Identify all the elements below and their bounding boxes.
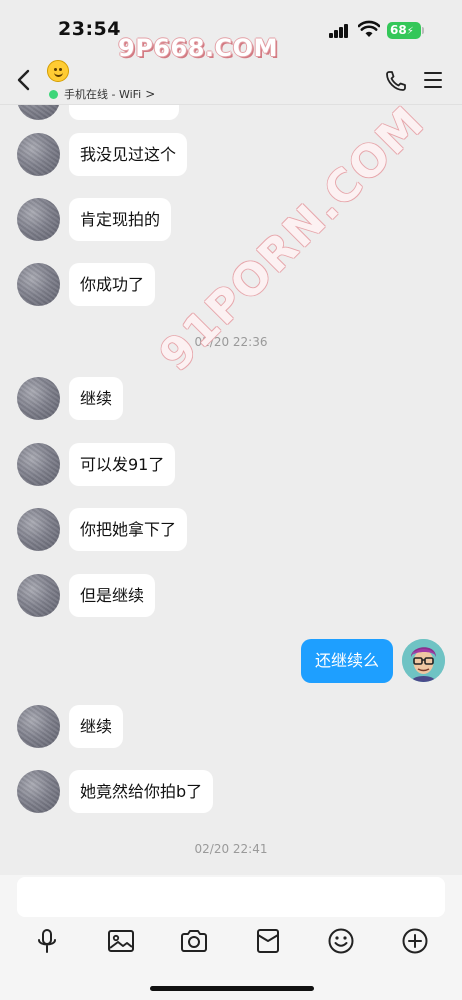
chevron-right-icon: > xyxy=(145,87,156,101)
message-bubble[interactable]: 我没见过这个 xyxy=(69,133,188,176)
charging-icon: ⚡ xyxy=(406,26,414,37)
phone-icon[interactable] xyxy=(384,69,408,93)
contact-avatar[interactable] xyxy=(17,443,60,486)
red-packet-icon[interactable] xyxy=(254,927,282,955)
outgoing-message-bubble[interactable]: 还继续么 xyxy=(301,639,393,683)
message-bubble[interactable]: 你成功了 xyxy=(69,263,156,306)
my-avatar[interactable] xyxy=(402,639,445,682)
online-status[interactable]: 手机在线 - WiFi > xyxy=(49,86,155,102)
message-bubble[interactable]: 她竟然给你拍b了 xyxy=(69,770,214,813)
back-arrow-icon[interactable] xyxy=(14,68,34,92)
contact-avatar[interactable] xyxy=(17,105,60,120)
cartoon-avatar-icon xyxy=(402,639,445,682)
battery-tip xyxy=(422,27,424,34)
contact-avatar[interactable] xyxy=(17,705,60,748)
contact-avatar[interactable] xyxy=(17,198,60,241)
online-dot-icon xyxy=(49,89,58,99)
message-bubble[interactable]: 继续 xyxy=(69,377,124,420)
message-bubble[interactable]: 你把她拿下了 xyxy=(69,508,188,551)
camera-icon[interactable] xyxy=(180,927,208,955)
emoji-icon[interactable] xyxy=(327,927,355,955)
battery-level: 68 xyxy=(390,23,407,37)
plus-icon[interactable] xyxy=(401,927,429,955)
message-input[interactable] xyxy=(17,877,445,917)
upside-down-face-icon xyxy=(47,60,69,82)
message-bubble[interactable]: 继续 xyxy=(69,705,124,748)
contact-avatar[interactable] xyxy=(17,377,60,420)
contact-avatar[interactable] xyxy=(17,508,60,551)
microphone-icon[interactable] xyxy=(33,927,61,955)
message-timestamp: 02/20 22:41 xyxy=(194,842,268,856)
wifi-icon xyxy=(358,20,380,37)
contact-avatar[interactable] xyxy=(17,574,60,617)
chat-header: 手机在线 - WiFi > xyxy=(0,52,462,104)
contact-avatar[interactable] xyxy=(17,770,60,813)
message-bubble[interactable]: 可以发91了 xyxy=(69,443,176,486)
menu-icon[interactable] xyxy=(424,72,442,88)
status-time: 23:54 xyxy=(58,18,121,40)
message-bubble[interactable]: 但是继续 xyxy=(69,574,156,617)
image-icon[interactable] xyxy=(107,927,135,955)
online-status-text: 手机在线 - WiFi xyxy=(64,88,142,101)
message-bubble[interactable]: 肯定现拍的 xyxy=(69,198,172,241)
message-bubble-partial[interactable] xyxy=(69,105,179,120)
contact-avatar[interactable] xyxy=(17,133,60,176)
message-timestamp: 02/20 22:36 xyxy=(194,335,268,349)
battery-indicator: 68⚡ xyxy=(387,22,421,39)
contact-avatar[interactable] xyxy=(17,263,60,306)
cellular-signal-icon xyxy=(329,24,351,38)
message-list[interactable]: 我没见过这个 肯定现拍的 你成功了 02/20 22:36 继续 可以发91了 … xyxy=(0,105,462,875)
home-indicator[interactable] xyxy=(150,986,314,991)
